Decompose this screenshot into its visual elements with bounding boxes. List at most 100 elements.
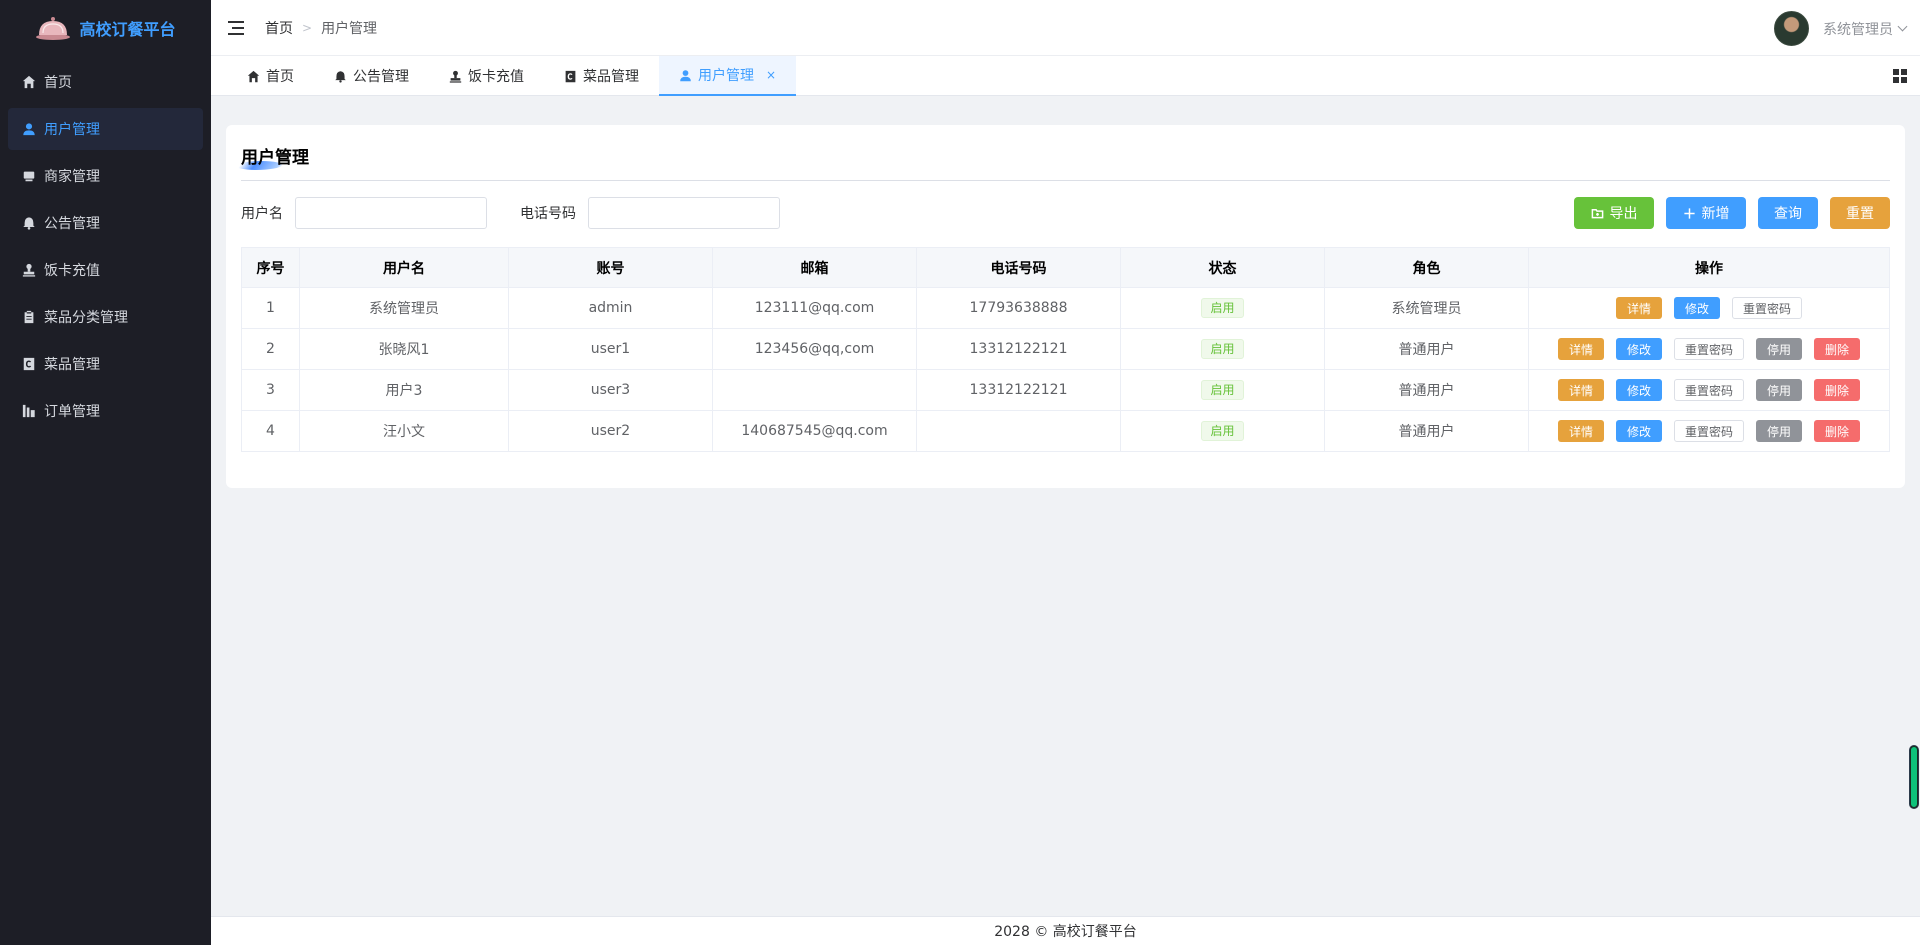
delete-button[interactable]: 删除 — [1814, 420, 1861, 442]
cell-email: 123456@qq,com — [712, 328, 917, 370]
column-header: 账号 — [508, 247, 713, 288]
user-menu[interactable]: 系统管理员 — [1774, 11, 1908, 46]
sidebar-item-users[interactable]: 用户管理 — [8, 108, 203, 150]
cell-status: 启用 — [1120, 328, 1325, 370]
export-button[interactable]: 导出 — [1574, 197, 1654, 229]
avatar[interactable] — [1774, 11, 1809, 46]
cell-role: 系统管理员 — [1324, 287, 1529, 329]
username-input[interactable] — [295, 197, 487, 229]
status-badge: 启用 — [1201, 380, 1244, 400]
column-header: 角色 — [1324, 247, 1529, 288]
column-header: 用户名 — [299, 247, 509, 288]
reset-password-button[interactable]: 重置密码 — [1673, 338, 1744, 360]
user-icon — [23, 123, 35, 136]
cell-role: 普通用户 — [1324, 410, 1529, 452]
table-row: 4 汪小文 user2 140687545@qq.com 启用 普通用户 详情 … — [241, 410, 1890, 452]
tab-card-recharge[interactable]: 饭卡充值 — [429, 56, 544, 96]
sidebar-item-dish-categories[interactable]: 菜品分类管理 — [8, 296, 203, 338]
reset-password-button[interactable]: 重置密码 — [1673, 420, 1744, 442]
cell-actions: 详情 修改 重置密码 停用 删除 — [1528, 328, 1890, 370]
cell-account: user1 — [508, 328, 713, 370]
sidebar-item-card-recharge[interactable]: 饭卡充值 — [8, 249, 203, 291]
toolbar: 导出 新增 查询 重置 — [1574, 197, 1890, 229]
sidebar-item-orders[interactable]: 订单管理 — [8, 390, 203, 432]
cell-index: 2 — [241, 328, 300, 370]
tab-dishes[interactable]: 菜品管理 — [544, 56, 659, 96]
cell-username: 张晓风1 — [299, 328, 509, 370]
column-header: 状态 — [1120, 247, 1325, 288]
top-header: 首页 > 用户管理 系统管理员 — [211, 0, 1920, 56]
sidebar: 高校订餐平台 首页 用户管理 商家管理 公告管理 饭卡充值 菜品分类管理 菜品管… — [0, 0, 211, 945]
sidebar-item-label: 订单管理 — [44, 404, 100, 420]
sidebar-item-merchants[interactable]: 商家管理 — [8, 155, 203, 197]
add-label: 新增 — [1701, 206, 1730, 222]
status-badge: 启用 — [1201, 339, 1244, 359]
reset-password-button[interactable]: 重置密码 — [1732, 297, 1803, 319]
breadcrumb-current: 用户管理 — [321, 20, 378, 37]
chart-icon — [22, 404, 35, 418]
cell-username: 系统管理员 — [299, 287, 509, 329]
page-title: 用户管理 — [241, 148, 309, 168]
detail-button[interactable]: 详情 — [1557, 420, 1604, 442]
cell-status: 启用 — [1120, 410, 1325, 452]
disable-button[interactable]: 停用 — [1756, 338, 1803, 360]
folder-icon — [1591, 208, 1603, 218]
sidebar-item-home[interactable]: 首页 — [8, 61, 203, 103]
cell-phone: 13312122121 — [916, 369, 1121, 411]
cell-role: 普通用户 — [1324, 328, 1529, 370]
cloche-icon — [36, 17, 71, 40]
detail-button[interactable]: 详情 — [1557, 338, 1604, 360]
disable-button[interactable]: 停用 — [1756, 420, 1803, 442]
cell-actions: 详情 修改 重置密码 停用 删除 — [1528, 369, 1890, 411]
home-icon — [22, 75, 36, 89]
cell-actions: 详情 修改 重置密码 — [1528, 287, 1890, 329]
cell-phone: 17793638888 — [916, 287, 1121, 329]
sidebar-item-label: 公告管理 — [44, 216, 100, 232]
close-icon[interactable]: × — [766, 68, 776, 82]
tab-users[interactable]: 用户管理 × — [659, 56, 797, 96]
footer: 2028 © 高校订餐平台 — [211, 916, 1920, 945]
detail-button[interactable]: 详情 — [1557, 379, 1604, 401]
home-icon — [247, 70, 260, 82]
sidebar-item-dishes[interactable]: 菜品管理 — [8, 343, 203, 385]
reset-password-button[interactable]: 重置密码 — [1673, 379, 1744, 401]
sidebar-item-label: 饭卡充值 — [44, 263, 100, 279]
add-button[interactable]: 新增 — [1666, 197, 1746, 229]
cell-email: 140687545@qq.com — [712, 410, 917, 452]
detail-button[interactable]: 详情 — [1615, 297, 1662, 319]
column-header: 电话号码 — [916, 247, 1121, 288]
cell-account: user2 — [508, 410, 713, 452]
column-header: 操作 — [1528, 247, 1890, 288]
tab-home[interactable]: 首页 — [227, 56, 314, 96]
tab-announcements[interactable]: 公告管理 — [314, 56, 429, 96]
edit-button[interactable]: 修改 — [1673, 297, 1720, 319]
user-name: 系统管理员 — [1823, 21, 1893, 38]
edit-button[interactable]: 修改 — [1615, 379, 1662, 401]
edit-button[interactable]: 修改 — [1615, 338, 1662, 360]
bell-icon — [335, 70, 346, 83]
disable-button[interactable]: 停用 — [1756, 379, 1803, 401]
delete-button[interactable]: 删除 — [1814, 379, 1861, 401]
edit-button[interactable]: 修改 — [1615, 420, 1662, 442]
sidebar-item-label: 首页 — [44, 75, 72, 91]
phone-label: 电话号码 — [520, 206, 576, 222]
user-dropdown[interactable]: 系统管理员 — [1823, 19, 1908, 39]
reset-button[interactable]: 重置 — [1830, 197, 1890, 229]
cell-account: user3 — [508, 369, 713, 411]
cell-account: admin — [508, 287, 713, 329]
user-icon — [680, 69, 691, 81]
username-label: 用户名 — [241, 206, 283, 222]
floating-scroll-handle[interactable] — [1910, 746, 1918, 808]
cell-index: 4 — [241, 410, 300, 452]
app-logo[interactable]: 高校订餐平台 — [0, 0, 211, 56]
breadcrumb-home[interactable]: 首页 — [265, 18, 293, 38]
status-badge: 启用 — [1201, 298, 1244, 318]
phone-input[interactable] — [588, 197, 780, 229]
grid-menu-icon[interactable] — [1893, 69, 1907, 83]
query-button[interactable]: 查询 — [1758, 197, 1818, 229]
delete-button[interactable]: 删除 — [1814, 338, 1861, 360]
cell-username: 用户3 — [299, 369, 509, 411]
sidebar-item-announcements[interactable]: 公告管理 — [8, 202, 203, 244]
menu-toggle-icon[interactable] — [228, 20, 244, 35]
table-header-row: 序号 用户名 账号 邮箱 电话号码 状态 角色 操作 — [241, 247, 1890, 288]
